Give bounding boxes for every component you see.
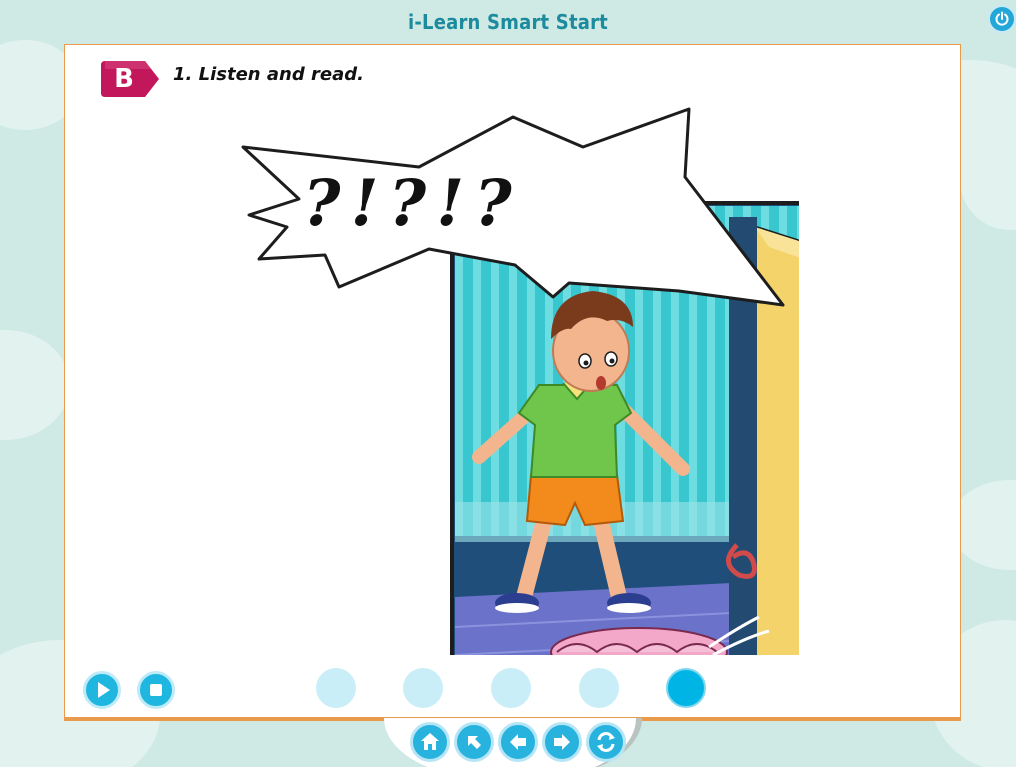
page-indicator-2[interactable] [403,668,443,708]
previous-button[interactable] [498,722,538,762]
power-icon [995,11,1009,26]
refresh-icon [597,732,615,752]
arrow-up-left-icon [468,736,481,749]
app-title: i-Learn Smart Start [408,10,608,34]
page-indicator-5[interactable] [666,668,706,708]
lesson-panel: B 1. Listen and read. ?!?!? [64,44,961,720]
story-illustration: ?!?!? [241,107,799,655]
play-button[interactable] [83,671,121,709]
home-button[interactable] [410,722,450,762]
stop-button[interactable] [137,671,175,709]
arrow-left-icon [510,734,526,750]
next-button[interactable] [542,722,582,762]
back-to-menu-button[interactable] [454,722,494,762]
power-button[interactable] [988,5,1016,33]
page-indicator-3[interactable] [491,668,531,708]
exclamation-text: ?!?!? [303,166,522,241]
play-icon [98,682,110,698]
section-label: B [114,64,134,94]
refresh-button[interactable] [586,722,626,762]
page-indicator-4[interactable] [579,668,619,708]
stop-icon [150,684,162,696]
page-indicator-1[interactable] [316,668,356,708]
home-icon [421,733,439,750]
instruction-text: 1. Listen and read. [173,64,364,85]
arrow-right-icon [554,734,570,750]
